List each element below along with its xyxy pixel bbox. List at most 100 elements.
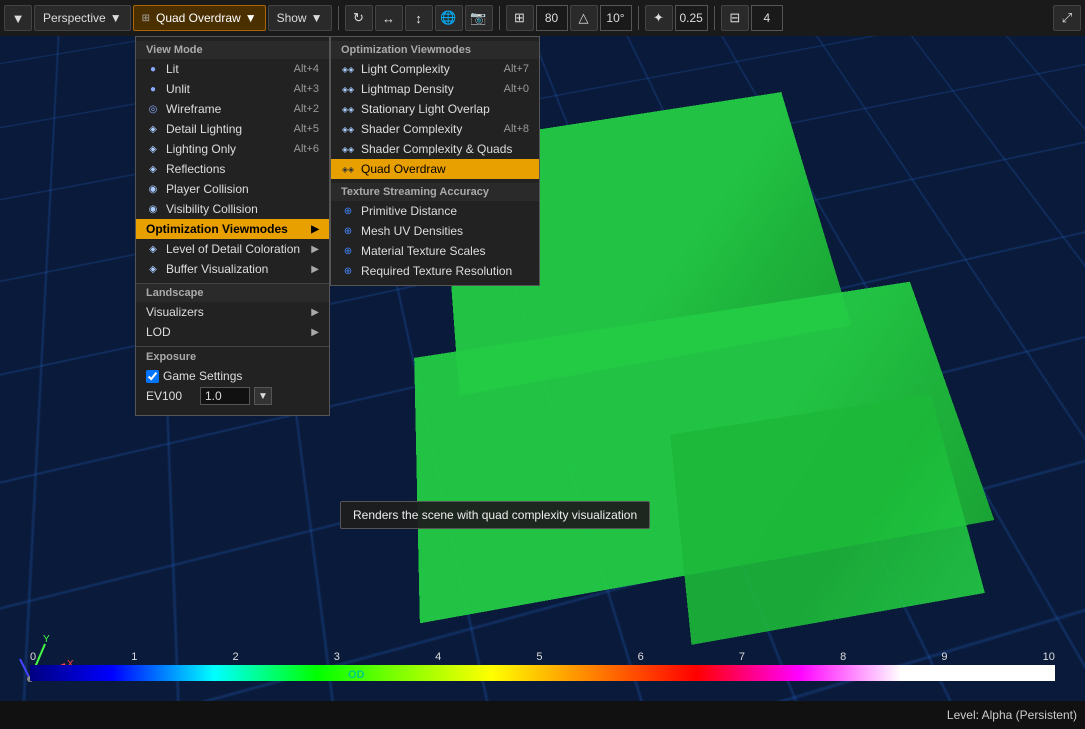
maximize-icon-btn[interactable]: ⤢: [1053, 5, 1081, 31]
perspective-button[interactable]: Perspective ▼: [34, 5, 131, 31]
visualizers-label: Visualizers: [146, 305, 204, 319]
ev100-spinner[interactable]: ▼: [254, 387, 272, 405]
menu-item-reflections[interactable]: ◈ Reflections: [136, 159, 329, 179]
optimization-submenu-arrow: ▶: [311, 224, 319, 235]
optimization-label: Optimization Viewmodes: [146, 222, 288, 236]
menu-item-mesh-uv-densities[interactable]: ⊕ Mesh UV Densities: [331, 221, 539, 241]
move-icon-btn[interactable]: ↻: [345, 5, 373, 31]
menu-item-lod-coloration[interactable]: ◈ Level of Detail Coloration ▶: [136, 239, 329, 259]
color-bar-labels: 0 1 2 3 4 5 6 7 8 9 10: [30, 651, 1055, 663]
separator-1: [338, 6, 339, 30]
menu-item-lit[interactable]: ● Lit Alt+4: [136, 59, 329, 79]
reflections-label: Reflections: [166, 162, 225, 176]
unlit-label: Unlit: [166, 82, 190, 96]
menu-item-player-collision[interactable]: ◉ Player Collision: [136, 179, 329, 199]
primitive-distance-label: Primitive Distance: [361, 204, 457, 218]
visibility-collision-icon: ◉: [146, 202, 160, 216]
ev100-input[interactable]: [200, 387, 250, 405]
menu-item-shader-complexity[interactable]: ◈◈ Shader Complexity Alt+8: [331, 119, 539, 139]
exposure-section: Exposure Game Settings EV100 ▼: [136, 346, 329, 411]
game-settings-label[interactable]: Game Settings: [146, 369, 242, 383]
view-mode-label: Quad Overdraw: [156, 11, 241, 25]
lighting-only-icon: ◈: [146, 142, 160, 156]
menu-item-lod[interactable]: LOD ▶: [136, 322, 329, 342]
detail-lighting-label: Detail Lighting: [166, 122, 242, 136]
color-bar-od-label: OD: [348, 669, 365, 681]
triangle-icon-btn[interactable]: △: [570, 5, 598, 31]
world-icon-btn[interactable]: 🌐: [435, 5, 463, 31]
exposure-label: Exposure: [146, 351, 319, 363]
viewport-dropdown-btn[interactable]: ▼: [4, 5, 32, 31]
menu-item-buffer-viz[interactable]: ◈ Buffer Visualization ▶: [136, 259, 329, 279]
unlit-shortcut: Alt+3: [294, 83, 319, 95]
menu-item-wireframe[interactable]: ◎ Wireframe Alt+2: [136, 99, 329, 119]
menu-item-lighting-only[interactable]: ◈ Lighting Only Alt+6: [136, 139, 329, 159]
layer-count-box[interactable]: 4: [751, 5, 783, 31]
lighting-only-shortcut: Alt+6: [294, 143, 319, 155]
menu-item-required-texture-resolution[interactable]: ⊕ Required Texture Resolution: [331, 261, 539, 281]
perspective-label: Perspective: [43, 11, 106, 25]
rotate-icon-btn[interactable]: ↔: [375, 5, 403, 31]
color-bar-label-6: 6: [638, 651, 644, 663]
lit-shortcut: Alt+4: [294, 63, 319, 75]
view-mode-button[interactable]: ⊞ Quad Overdraw ▼: [133, 5, 266, 31]
scale-icon-btn[interactable]: ↕: [405, 5, 433, 31]
menu-item-shader-complexity-quads[interactable]: ◈◈ Shader Complexity & Quads: [331, 139, 539, 159]
tooltip: Renders the scene with quad complexity v…: [340, 501, 650, 529]
snap-size-box[interactable]: 80: [536, 5, 568, 31]
shader-complexity-quads-label: Shader Complexity & Quads: [361, 142, 512, 156]
color-bar-label-3: 3: [334, 651, 340, 663]
scale-snap-box[interactable]: 0.25: [675, 5, 708, 31]
light-complexity-icon: ◈◈: [341, 62, 355, 76]
required-texture-icon: ⊕: [341, 264, 355, 278]
menu-item-lightmap-density[interactable]: ◈◈ Lightmap Density Alt+0: [331, 79, 539, 99]
separator-3: [638, 6, 639, 30]
detail-lighting-icon: ◈: [146, 122, 160, 136]
texture-streaming-section-label: Texture Streaming Accuracy: [331, 183, 539, 201]
lod2-label: LOD: [146, 325, 171, 339]
snap-angle-box[interactable]: 10°: [600, 5, 632, 31]
color-bar-label-2: 2: [233, 651, 239, 663]
landscape-section: Landscape Visualizers ▶ LOD ▶: [136, 283, 329, 342]
optim-section-label: Optimization Viewmodes: [331, 41, 539, 59]
menu-item-visibility-collision[interactable]: ◉ Visibility Collision: [136, 199, 329, 219]
stationary-light-label: Stationary Light Overlap: [361, 102, 490, 116]
lit-label: Lit: [166, 62, 179, 76]
lightmap-density-icon: ◈◈: [341, 82, 355, 96]
show-button[interactable]: Show ▼: [268, 5, 332, 31]
menu-item-material-texture-scales[interactable]: ⊕ Material Texture Scales: [331, 241, 539, 261]
menu-item-detail-lighting[interactable]: ◈ Detail Lighting Alt+5: [136, 119, 329, 139]
landscape-section-label: Landscape: [136, 284, 329, 302]
diamond-icon-btn[interactable]: ✦: [645, 5, 673, 31]
separator-4: [714, 6, 715, 30]
grid-icon-btn[interactable]: ⊞: [506, 5, 534, 31]
light-complexity-shortcut: Alt+7: [504, 63, 529, 75]
quad-overdraw-icon: ◈◈: [341, 162, 355, 176]
menu-item-primitive-distance[interactable]: ⊕ Primitive Distance: [331, 201, 539, 221]
menu-item-quad-overdraw[interactable]: ◈◈ Quad Overdraw: [331, 159, 539, 179]
quad-overdraw-label: Quad Overdraw: [361, 162, 446, 176]
shader-complexity-icon: ◈◈: [341, 122, 355, 136]
menu-item-optimization[interactable]: Optimization Viewmodes ▶: [136, 219, 329, 239]
lighting-only-label: Lighting Only: [166, 142, 236, 156]
wireframe-icon: ◎: [146, 102, 160, 116]
layer-icon-btn[interactable]: ⊟: [721, 5, 749, 31]
game-settings-checkbox[interactable]: [146, 370, 159, 383]
buffer-viz-submenu-arrow: ▶: [311, 264, 319, 275]
lod-label: Level of Detail Coloration: [166, 242, 300, 256]
lightmap-density-label: Lightmap Density: [361, 82, 454, 96]
menu-item-light-complexity[interactable]: ◈◈ Light Complexity Alt+7: [331, 59, 539, 79]
stationary-light-icon: ◈◈: [341, 102, 355, 116]
menu-item-visualizers[interactable]: Visualizers ▶: [136, 302, 329, 322]
camera-icon-btn[interactable]: 📷: [465, 5, 493, 31]
show-label: Show: [277, 11, 307, 25]
color-bar-container: 0 1 2 3 4 5 6 7 8 9 10 OD: [30, 651, 1055, 681]
level-status-text: Level: Alpha (Persistent): [947, 708, 1077, 722]
menu-item-unlit[interactable]: ● Unlit Alt+3: [136, 79, 329, 99]
snap-angle-value: 10°: [606, 11, 624, 25]
view-mode-section-label: View Mode: [136, 41, 329, 59]
required-texture-label: Required Texture Resolution: [361, 264, 512, 278]
shader-complexity-quads-icon: ◈◈: [341, 142, 355, 156]
menu-item-stationary-light-overlap[interactable]: ◈◈ Stationary Light Overlap: [331, 99, 539, 119]
detail-lighting-shortcut: Alt+5: [294, 123, 319, 135]
